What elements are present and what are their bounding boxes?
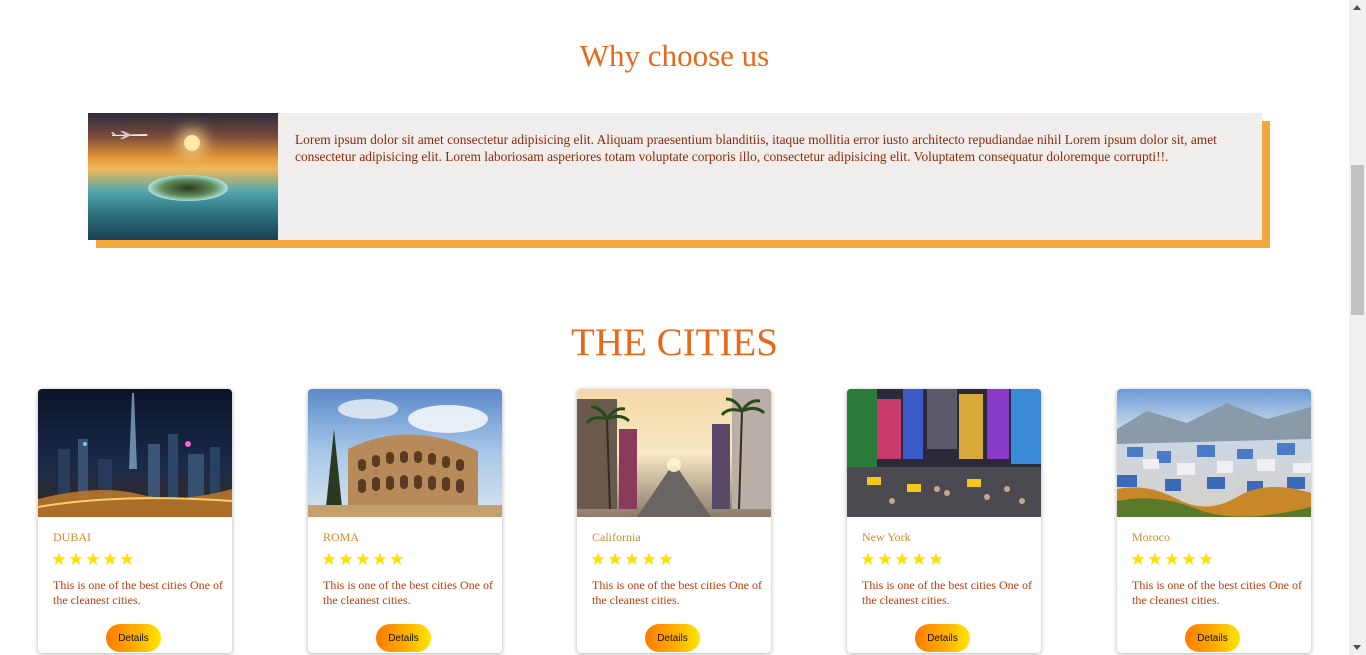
star-icon	[1148, 552, 1162, 565]
dubai-image	[38, 389, 232, 517]
details-button[interactable]: Details	[376, 624, 431, 652]
cities-heading: THE CITIES	[571, 321, 778, 364]
travel-sunset-image	[88, 113, 278, 240]
island-shape	[148, 175, 228, 201]
city-card-moroco: Moroco This is one of the best cities On…	[1117, 389, 1311, 653]
star-icon	[659, 552, 673, 565]
city-name: New York	[862, 530, 911, 544]
star-icon	[912, 552, 926, 565]
details-button[interactable]: Details	[915, 624, 970, 652]
star-icon	[608, 552, 622, 565]
rating-stars	[1131, 552, 1213, 566]
city-description: This is one of the best cities One of th…	[862, 578, 1032, 607]
star-icon	[591, 552, 605, 565]
city-card-new-york: New York This is one of the best cities …	[847, 389, 1041, 653]
city-name: California	[592, 530, 641, 544]
city-description: This is one of the best cities One of th…	[592, 578, 762, 607]
details-button[interactable]: Details	[1185, 624, 1240, 652]
rating-stars	[591, 552, 673, 566]
star-icon	[861, 552, 875, 565]
city-description: This is one of the best cities One of th…	[1132, 578, 1302, 607]
star-icon	[356, 552, 370, 565]
scroll-up-arrow-icon[interactable]	[1353, 5, 1361, 10]
vertical-scrollbar[interactable]	[1349, 0, 1366, 655]
star-icon	[1199, 552, 1213, 565]
new-york-image	[847, 389, 1041, 517]
details-button[interactable]: Details	[645, 624, 700, 652]
rating-stars	[861, 552, 943, 566]
city-description: This is one of the best cities One of th…	[323, 578, 493, 607]
star-icon	[390, 552, 404, 565]
star-icon	[86, 552, 100, 565]
details-button[interactable]: Details	[106, 624, 161, 652]
roma-image	[308, 389, 502, 517]
star-icon	[878, 552, 892, 565]
city-name: ROMA	[323, 530, 360, 544]
city-card-roma: ROMA This is one of the best cities One …	[308, 389, 502, 653]
city-name: Moroco	[1132, 530, 1170, 544]
star-icon	[69, 552, 83, 565]
star-icon	[1182, 552, 1196, 565]
scroll-down-arrow-icon[interactable]	[1353, 645, 1361, 650]
star-icon	[322, 552, 336, 565]
why-choose-us-text: Lorem ipsum dolor sit amet consectetur a…	[295, 132, 1217, 164]
city-description: This is one of the best cities One of th…	[53, 578, 223, 607]
scrollbar-thumb[interactable]	[1351, 165, 1364, 315]
star-icon	[120, 552, 134, 565]
airplane-icon	[111, 131, 148, 139]
star-icon	[373, 552, 387, 565]
moroco-image	[1117, 389, 1311, 517]
star-icon	[339, 552, 353, 565]
why-choose-us-heading: Why choose us	[579, 38, 770, 73]
california-image	[577, 389, 771, 517]
page: Why choose us Lorem ipsum dolor sit amet…	[0, 0, 1349, 655]
star-icon	[625, 552, 639, 565]
rating-stars	[52, 552, 134, 566]
star-icon	[895, 552, 909, 565]
rating-stars	[322, 552, 404, 566]
star-icon	[103, 552, 117, 565]
city-card-california: California This is one of the best citie…	[577, 389, 771, 653]
star-icon	[1131, 552, 1145, 565]
city-name: DUBAI	[53, 530, 91, 544]
why-choose-us-card: Lorem ipsum dolor sit amet consectetur a…	[88, 113, 1262, 240]
star-icon	[1165, 552, 1179, 565]
sun-shape	[184, 135, 200, 151]
star-icon	[52, 552, 66, 565]
star-icon	[642, 552, 656, 565]
city-card-dubai: DUBAI This is one of the best cities One…	[38, 389, 232, 653]
star-icon	[929, 552, 943, 565]
